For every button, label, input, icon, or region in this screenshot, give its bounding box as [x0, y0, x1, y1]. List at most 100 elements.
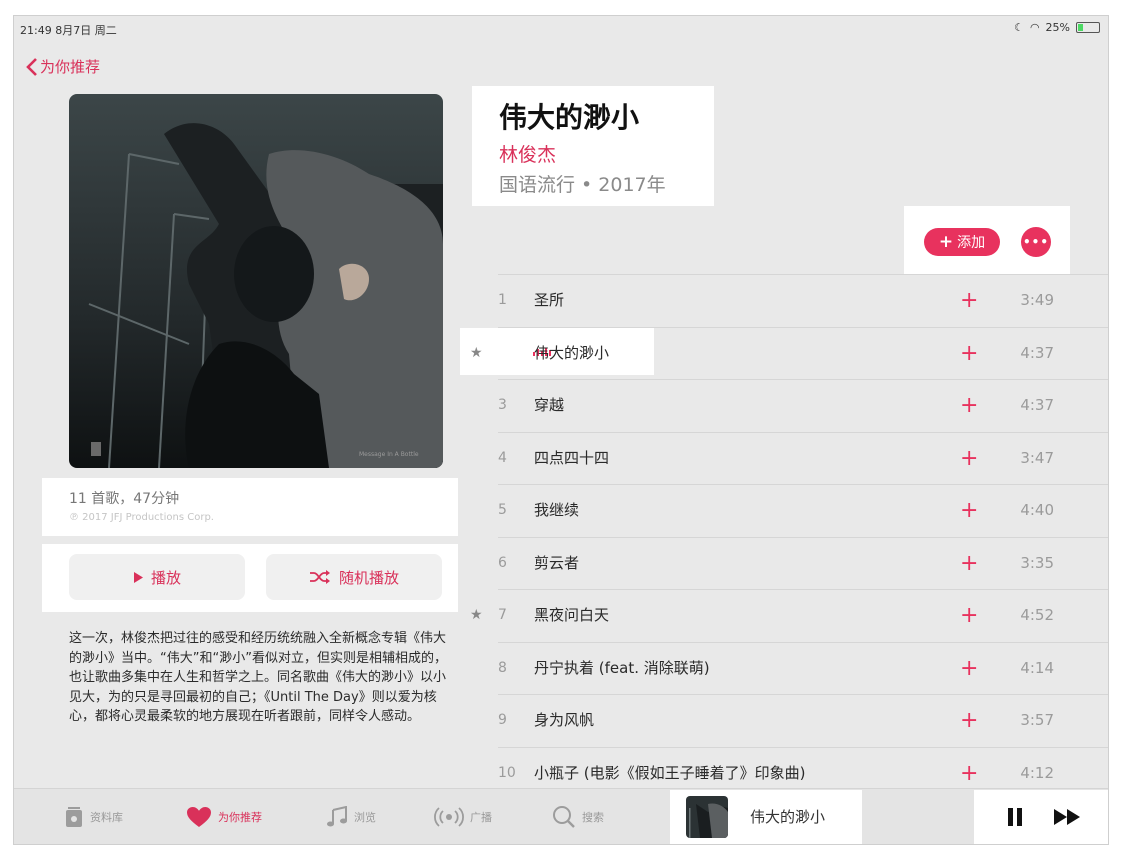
genre-year: 国语流行 • 2017年 — [499, 174, 666, 196]
play-button[interactable]: 播放 — [69, 554, 245, 600]
mini-player-artwork-image — [686, 796, 728, 838]
album-meta: 11 首歌，47分钟 ℗ 2017 JFJ Productions Corp. — [42, 478, 458, 536]
copyright: ℗ 2017 JFJ Productions Corp. — [69, 512, 214, 523]
track-row[interactable]: 9 身为风帆 +3:57 — [498, 694, 1108, 747]
favorite-star-icon: ★ — [470, 607, 483, 623]
track-row[interactable]: 6 剪云者 +3:35 — [498, 536, 1108, 590]
back-button[interactable]: 为你推荐 — [26, 56, 100, 77]
track-row[interactable]: 4 四点四十四 +3:47 — [498, 431, 1108, 485]
album-title: 伟大的渺小 — [499, 101, 640, 134]
track-list: 1 圣所 +3:49 ★ 伟大的渺小 +4:37 3 穿越 +4:37 4 四点四十四 +3:47 5 我… — [470, 274, 1108, 799]
more-icon: ••• — [1022, 235, 1049, 249]
track-title: 剪云者 — [534, 553, 580, 572]
battery-fill — [1078, 24, 1083, 31]
add-button[interactable]: + 添加 — [924, 228, 1000, 256]
track-row[interactable]: ★ 7 黑夜问白天 +4:52 — [470, 589, 1108, 642]
track-title: 伟大的渺小 — [534, 343, 610, 362]
track-number: 1 — [498, 292, 507, 308]
status-time: 21:49 8月7日 周二 — [20, 24, 117, 37]
artist-link[interactable]: 林俊杰 — [499, 140, 556, 167]
track-duration: 3:47 — [1020, 448, 1054, 467]
album-cover[interactable]: Message In A Bottle — [69, 94, 443, 468]
track-number: 8 — [498, 659, 507, 676]
tab-for-you-label: 为你推荐 — [218, 811, 262, 824]
add-label: 添加 — [957, 235, 986, 251]
add-track-button[interactable]: + — [960, 590, 978, 641]
tab-search-label: 搜索 — [582, 811, 604, 824]
add-track-button[interactable]: + — [960, 538, 978, 589]
rotation-lock-icon: ☾ — [1014, 21, 1024, 34]
track-duration: 3:49 — [1020, 291, 1054, 309]
shuffle-icon — [309, 570, 330, 584]
track-title: 穿越 — [534, 396, 565, 414]
play-icon — [133, 571, 143, 583]
battery-icon — [1076, 22, 1100, 33]
track-number: 7 — [498, 607, 507, 623]
album-cover-image: Message In A Bottle — [69, 94, 443, 468]
tab-search[interactable]: 搜索 — [552, 789, 604, 844]
track-title: 黑夜问白天 — [534, 606, 610, 624]
album-actions: + 添加 ••• — [904, 206, 1070, 274]
mini-player[interactable]: 伟大的渺小 — [670, 790, 862, 844]
battery-percent: 25% — [1045, 21, 1070, 34]
mini-player-artwork — [686, 796, 728, 838]
next-track-button[interactable] — [1050, 801, 1090, 833]
plus-icon: + — [938, 232, 954, 252]
play-label: 播放 — [150, 568, 181, 587]
track-row[interactable]: ★ 伟大的渺小 +4:37 — [470, 326, 1108, 380]
track-title: 圣所 — [534, 291, 565, 309]
track-row[interactable]: 5 我继续 +4:40 — [498, 484, 1108, 537]
track-title: 四点四十四 — [534, 448, 610, 467]
cover-caption: Message In A Bottle — [359, 451, 419, 458]
pause-button[interactable] — [1000, 801, 1032, 833]
add-track-button[interactable]: + — [960, 380, 978, 431]
track-duration: 4:14 — [1020, 658, 1054, 677]
add-track-button[interactable]: + — [960, 643, 978, 694]
track-number: 5 — [498, 502, 507, 518]
track-row[interactable]: 3 穿越 +4:37 — [498, 379, 1108, 432]
more-button[interactable]: ••• — [1021, 227, 1051, 257]
mini-player-title: 伟大的渺小 — [750, 808, 826, 826]
music-note-icon — [327, 806, 347, 827]
add-track-button[interactable]: + — [960, 328, 978, 379]
add-track-button[interactable]: + — [960, 433, 978, 484]
add-track-button[interactable]: + — [960, 485, 978, 536]
back-label: 为你推荐 — [40, 58, 101, 76]
track-number: 4 — [498, 449, 507, 466]
chevron-left-icon — [26, 57, 37, 76]
wifi-icon: ◠ — [1029, 21, 1040, 34]
tab-bar: 资料库 为你推荐 浏览 广播 搜索 — [14, 788, 1108, 844]
track-row[interactable]: 8 丹宁执着 (feat. 消除联萌) +4:14 — [498, 641, 1108, 695]
radio-icon — [434, 807, 464, 827]
playback-buttons: 播放 随机播放 — [42, 544, 458, 612]
track-duration: 4:37 — [1020, 396, 1054, 414]
tab-radio-label: 广播 — [470, 811, 492, 824]
add-track-button[interactable]: + — [960, 695, 978, 746]
status-icons: ☾ ◠ 25% — [1014, 21, 1100, 34]
track-duration: 3:57 — [1020, 711, 1054, 729]
track-title: 丹宁执着 (feat. 消除联萌) — [534, 658, 710, 677]
shuffle-label: 随机播放 — [338, 568, 399, 587]
track-number: 6 — [498, 554, 507, 571]
album-description: 这一次，林俊杰把过往的感受和经历统统融入全新概念专辑《伟大的渺小》当中。“伟大”… — [69, 631, 447, 724]
track-count: 11 首歌，47分钟 — [69, 491, 180, 507]
tab-browse[interactable]: 浏览 — [326, 789, 376, 844]
tab-browse-label: 浏览 — [354, 811, 376, 824]
mini-player-controls — [974, 790, 1108, 844]
tab-library[interactable]: 资料库 — [64, 789, 123, 844]
track-row[interactable]: 1 圣所 +3:49 — [498, 274, 1108, 327]
search-icon — [553, 806, 575, 828]
shuffle-button[interactable]: 随机播放 — [266, 554, 442, 600]
tab-radio[interactable]: 广播 — [434, 789, 492, 844]
heart-icon — [187, 807, 211, 827]
track-duration: 3:35 — [1020, 553, 1054, 572]
album-header: 伟大的渺小 林俊杰 国语流行 • 2017年 — [472, 86, 714, 206]
app-window: 21:49 8月7日 周二 ☾ ◠ 25% 为你推荐 Message In A … — [14, 16, 1108, 844]
track-duration: 4:37 — [1020, 343, 1054, 362]
track-title: 身为风帆 — [534, 711, 595, 729]
add-track-button[interactable]: + — [960, 275, 978, 326]
track-duration: 4:52 — [1020, 606, 1054, 624]
tab-for-you[interactable]: 为你推荐 — [186, 789, 262, 844]
track-number: 9 — [498, 712, 507, 728]
favorite-star-icon: ★ — [470, 344, 483, 361]
